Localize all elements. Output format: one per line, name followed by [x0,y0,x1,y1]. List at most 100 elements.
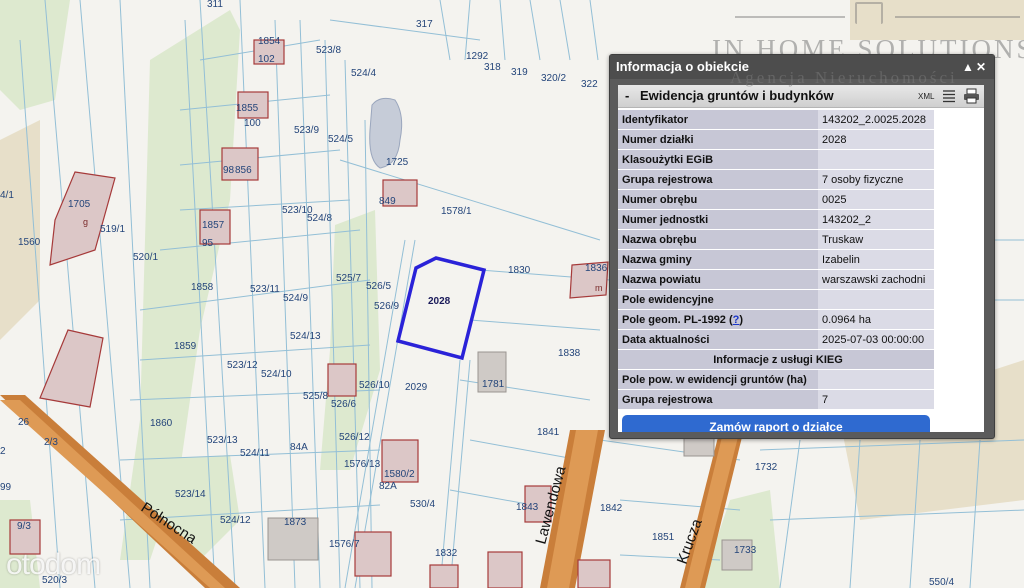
attr-key: Nazwa obrębu [618,229,818,250]
parcel-label: 4/1 [0,190,14,201]
order-report-button[interactable]: Zamów raport o działce [622,415,930,432]
parcel-label: 1857 [202,220,225,231]
attr-row: Numer obrębu 0025 [618,189,934,210]
parcel-label: 524/9 [283,293,308,304]
parcel-label: 320/2 [541,73,566,84]
parcel-label: 524/13 [290,331,321,342]
attr-key: Numer obrębu [618,189,818,210]
attr-value [818,369,934,390]
parcel-label: 856 [235,165,252,176]
parcel-label: 1855 [236,103,259,114]
parcel-label: 82A [379,481,397,492]
parcel-label: 1858 [191,282,214,293]
object-info-panel[interactable]: Informacja o obiekcie ▲ ✕ - Ewidencja gr… [609,54,995,439]
attr-value: 7 osoby fizyczne [818,169,934,190]
attr-key: Pole geom. PL-1992 (?) [618,309,818,330]
parcel-label: 524/5 [328,134,353,145]
parcel-label: 1843 [516,502,539,513]
watermark-logo-icon [855,2,883,24]
attr-key: Numer jednostki [618,209,818,230]
attr-value: Truskaw [818,229,934,250]
section-header[interactable]: - Ewidencja gruntów i budynków XML [618,85,984,108]
parcel-label: 318 [484,62,501,73]
parcel-label: 1851 [652,532,675,543]
parcel-label: 550/4 [929,577,954,588]
parcel-label: 1292 [466,51,489,62]
parcel-label: 1854 [258,36,281,47]
parcel-label: 526/5 [366,281,391,292]
parcel-label: 1832 [435,548,458,559]
parcel-label: 9/3 [17,521,31,532]
parcel-label: 519/1 [100,224,125,235]
parcel-label: 2 [0,446,6,457]
parcel-label: 526/6 [331,399,356,410]
parcel-label: 26 [18,417,30,428]
attr-row: Numer działki 2028 [618,129,934,150]
xml-export-icon[interactable]: XML [918,86,934,108]
kieg-subheader: Informacje z usługi KIEG [618,349,934,370]
parcel-label: 100 [244,118,261,129]
parcel-label: 84A [290,442,308,453]
section-collapse-toggle[interactable]: - [625,85,629,107]
attr-value: 2028 [818,129,934,150]
parcel-label: 99 [0,482,12,493]
collapse-up-icon[interactable]: ▲ [962,55,974,79]
help-link[interactable]: ? [733,314,740,326]
list-icon[interactable] [942,89,956,103]
parcel-label: 523/8 [316,45,341,56]
close-icon[interactable]: ✕ [976,55,986,79]
parcel-label: 1830 [508,265,531,276]
watermark-rule-left [735,16,845,18]
parcel-label: 1705 [68,199,91,210]
parcel-label: 1841 [537,427,560,438]
attr-key: Data aktualności [618,329,818,350]
attr-row: Identyfikator 143202_2.0025.2028 [618,110,934,130]
attr-key: Klasoużytki EGiB [618,149,818,170]
parcel-label: 1576/7 [329,539,360,550]
attr-value: 0.0964 ha [818,309,934,330]
parcel-label: 524/10 [261,369,292,380]
parcel-label: 95 [202,238,214,249]
attr-row: Nazwa powiatu warszawski zachodni [618,269,934,290]
parcel-label: 1781 [482,379,505,390]
attr-row: Data aktualności 2025-07-03 00:00:00 [618,329,934,350]
print-icon[interactable] [963,88,980,104]
parcel-label: 524/12 [220,515,251,526]
attr-value: 2025-07-03 00:00:00 [818,329,934,350]
parcel-label: 322 [581,79,598,90]
attr-row: Numer jednostki 143202_2 [618,209,934,230]
parcel-label: 523/12 [227,360,258,371]
parcel-label: 523/14 [175,489,206,500]
attr-key: Pole pow. w ewidencji gruntów (ha) [618,369,818,390]
parcel-label: 524/4 [351,68,376,79]
parcel-label: 849 [379,196,396,207]
attr-row: Grupa rejestrowa 7 osoby fizyczne [618,169,934,190]
parcel-label: 524/11 [240,448,270,459]
attr-row: Pole geom. PL-1992 (?) 0.0964 ha [618,309,934,330]
attr-key: Grupa rejestrowa [618,169,818,190]
parcel-label: 319 [511,67,528,78]
parcel-label: 1836 [585,263,608,274]
attr-value [818,289,934,310]
parcel-label: 1580/2 [384,469,415,480]
parcel-label: 520/1 [133,252,158,263]
selected-parcel-label: 2028 [428,296,451,307]
parcel-label: 524/8 [307,213,332,224]
parcel-label: 526/12 [339,432,370,443]
otodom-brand: otodom [6,548,101,581]
parcel-label: 311 [207,0,223,10]
attr-key: Nazwa gminy [618,249,818,270]
attr-value: Izabelin [818,249,934,270]
parcel-label: 2029 [405,382,428,393]
parcel-label: 1842 [600,503,623,514]
parcel-label: 317 [416,19,433,30]
attr-key: Nazwa powiatu [618,269,818,290]
attr-row: Grupa rejestrowa 7 [618,389,934,410]
panel-title: Informacja o obiekcie [616,59,749,74]
parcel-label: 525/8 [303,391,328,402]
attr-value: warszawski zachodni [818,269,934,290]
attr-key: Pole ewidencyjne [618,289,818,310]
attr-row: Pole ewidencyjne [618,289,934,310]
parcel-label: 102 [258,54,275,65]
attr-value [818,149,934,170]
